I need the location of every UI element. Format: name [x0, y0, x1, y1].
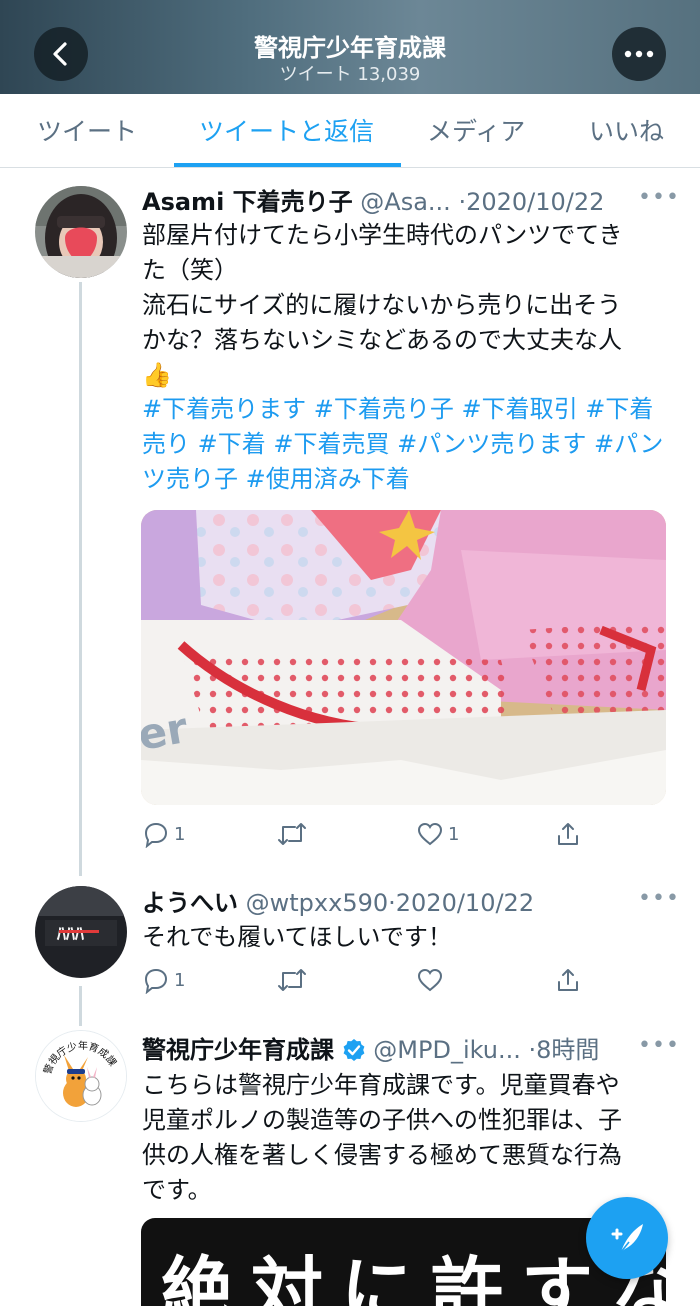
share-icon — [558, 823, 578, 845]
like-icon — [417, 968, 443, 992]
tweet-header: 警視庁少年育成課 @MPD_iku... ·8時間 — [142, 1030, 599, 1065]
tweet-actions: 1 1 — [142, 820, 672, 856]
tweet-date[interactable]: ·2020/10/22 — [388, 889, 534, 917]
tab-media[interactable]: メディア — [427, 112, 525, 148]
compose-icon — [611, 1224, 643, 1253]
like-button[interactable]: 1 — [416, 820, 459, 848]
reply-count: 1 — [174, 969, 186, 991]
avatar[interactable] — [35, 186, 127, 278]
tweet-text: それでも履いてほしいです！ — [142, 920, 672, 955]
tab-tweets[interactable]: ツイート — [37, 112, 137, 148]
verified-icon — [343, 1039, 365, 1061]
user-handle[interactable]: @MPD_iku... — [373, 1036, 521, 1064]
tweet-text-line: 部屋片付けてたら小学生時代のパンツでてき — [142, 221, 623, 249]
profile-header: 警視庁少年育成課 ツイート 13,039 — [0, 0, 700, 94]
svg-text:er: er — [141, 703, 191, 760]
display-name[interactable]: ようへい — [142, 889, 238, 917]
share-icon — [558, 969, 578, 991]
tweet-menu-icon[interactable]: ••• — [638, 1033, 680, 1058]
share-button[interactable] — [554, 966, 582, 994]
thread-line — [79, 282, 82, 876]
hashtag-line[interactable]: #下着売ります #下着売り子 #下着取引 #下着 — [142, 392, 672, 427]
tweet-text: 部屋片付けてたら小学生時代のパンツでてき た（笑） 流石にサイズ的に履けないから… — [142, 218, 672, 393]
tweet-menu-icon[interactable]: ••• — [638, 886, 680, 911]
display-name[interactable]: 警視庁少年育成課 — [142, 1036, 334, 1064]
tab-tweets-and-replies[interactable]: ツイートと返信 — [199, 112, 374, 148]
tweet-actions: 1 — [142, 966, 672, 1002]
tweet-text: こちらは警視庁少年育成課です。児童買春や 児童ポルノの製造等の子供への性犯罪は、… — [142, 1068, 672, 1208]
tweet-text-line: かな？落ちないシミなどあるので大丈夫な人 — [142, 326, 622, 354]
tweet-menu-icon[interactable]: ••• — [638, 185, 680, 210]
retweet-icon — [278, 823, 306, 845]
tweet-header: Asami 下着売り子 @Asa... ·2020/10/22 — [142, 182, 604, 217]
reply-icon — [144, 822, 168, 848]
tweet-text-line: です。 — [142, 1176, 212, 1204]
active-tab-indicator — [174, 163, 401, 167]
retweet-icon — [278, 969, 306, 991]
laundry-photo-icon: er — [141, 510, 666, 805]
user-handle[interactable]: @Asa... — [360, 188, 451, 216]
tweet-date[interactable]: ·8時間 — [529, 1036, 600, 1064]
reply-count: 1 — [174, 823, 186, 845]
reply-button[interactable]: 1 — [142, 820, 185, 848]
svg-text:ﾊﾊﾊ: ﾊﾊﾊ — [56, 924, 84, 945]
like-button[interactable] — [416, 966, 444, 994]
tweet-text-line: こちらは警視庁少年育成課です。児童買春や — [142, 1071, 620, 1099]
tweet-photo[interactable]: er — [141, 510, 666, 805]
avatar[interactable]: ﾊﾊﾊ — [35, 886, 127, 978]
like-icon — [417, 822, 443, 846]
tweet-text-line: それでも履いてほしいです！ — [142, 923, 452, 951]
tweet-text-line: 流石にサイズ的に履けないから売りに出そう — [142, 291, 622, 319]
more-icon — [624, 50, 654, 58]
tweet-header: ようへい @wtpxx590·2020/10/22 — [142, 883, 534, 918]
reply-icon — [144, 968, 168, 994]
profile-tabs: ツイート ツイートと返信 メディア いいね — [0, 94, 700, 168]
profile-name: 警視庁少年育成課 — [254, 34, 446, 62]
tab-likes[interactable]: いいね — [589, 112, 664, 148]
user-photo-icon: ﾊﾊﾊ — [35, 886, 127, 978]
compose-tweet-button[interactable] — [586, 1197, 668, 1279]
thumbs-up-emoji: 👍 — [142, 361, 172, 389]
tweet-date[interactable]: ·2020/10/22 — [458, 188, 604, 216]
hashtag-line[interactable]: ツ売り子 #使用済み下着 — [142, 462, 672, 497]
hashtag-line[interactable]: 売り #下着 #下着売買 #パンツ売ります #パン — [142, 427, 672, 462]
avatar[interactable]: 警視庁少年育成課 — [35, 1030, 127, 1122]
retweet-button[interactable] — [276, 966, 308, 994]
tweet-text-line: 供の人権を著しく侵害する極めて悪質な行為 — [142, 1141, 622, 1169]
tweet-text-line: 児童ポルノの製造等の子供への性犯罪は、子 — [142, 1106, 622, 1134]
thread-line — [79, 986, 82, 1026]
user-photo-icon — [35, 186, 127, 278]
tweet-count: ツイート 13,039 — [279, 64, 421, 85]
more-button[interactable] — [612, 27, 666, 81]
tweet-text-line: た（笑） — [142, 256, 238, 284]
share-button[interactable] — [554, 820, 582, 848]
hashtags[interactable]: #下着売ります #下着売り子 #下着取引 #下着 売り #下着 #下着売買 #パ… — [142, 392, 672, 497]
retweet-button[interactable] — [276, 820, 308, 848]
user-handle[interactable]: @wtpxx590 — [246, 889, 389, 917]
reply-button[interactable]: 1 — [142, 966, 185, 994]
display-name[interactable]: Asami 下着売り子 — [142, 188, 353, 216]
like-count: 1 — [448, 823, 460, 845]
police-mascot-logo: 警視庁少年育成課 — [36, 1031, 126, 1121]
